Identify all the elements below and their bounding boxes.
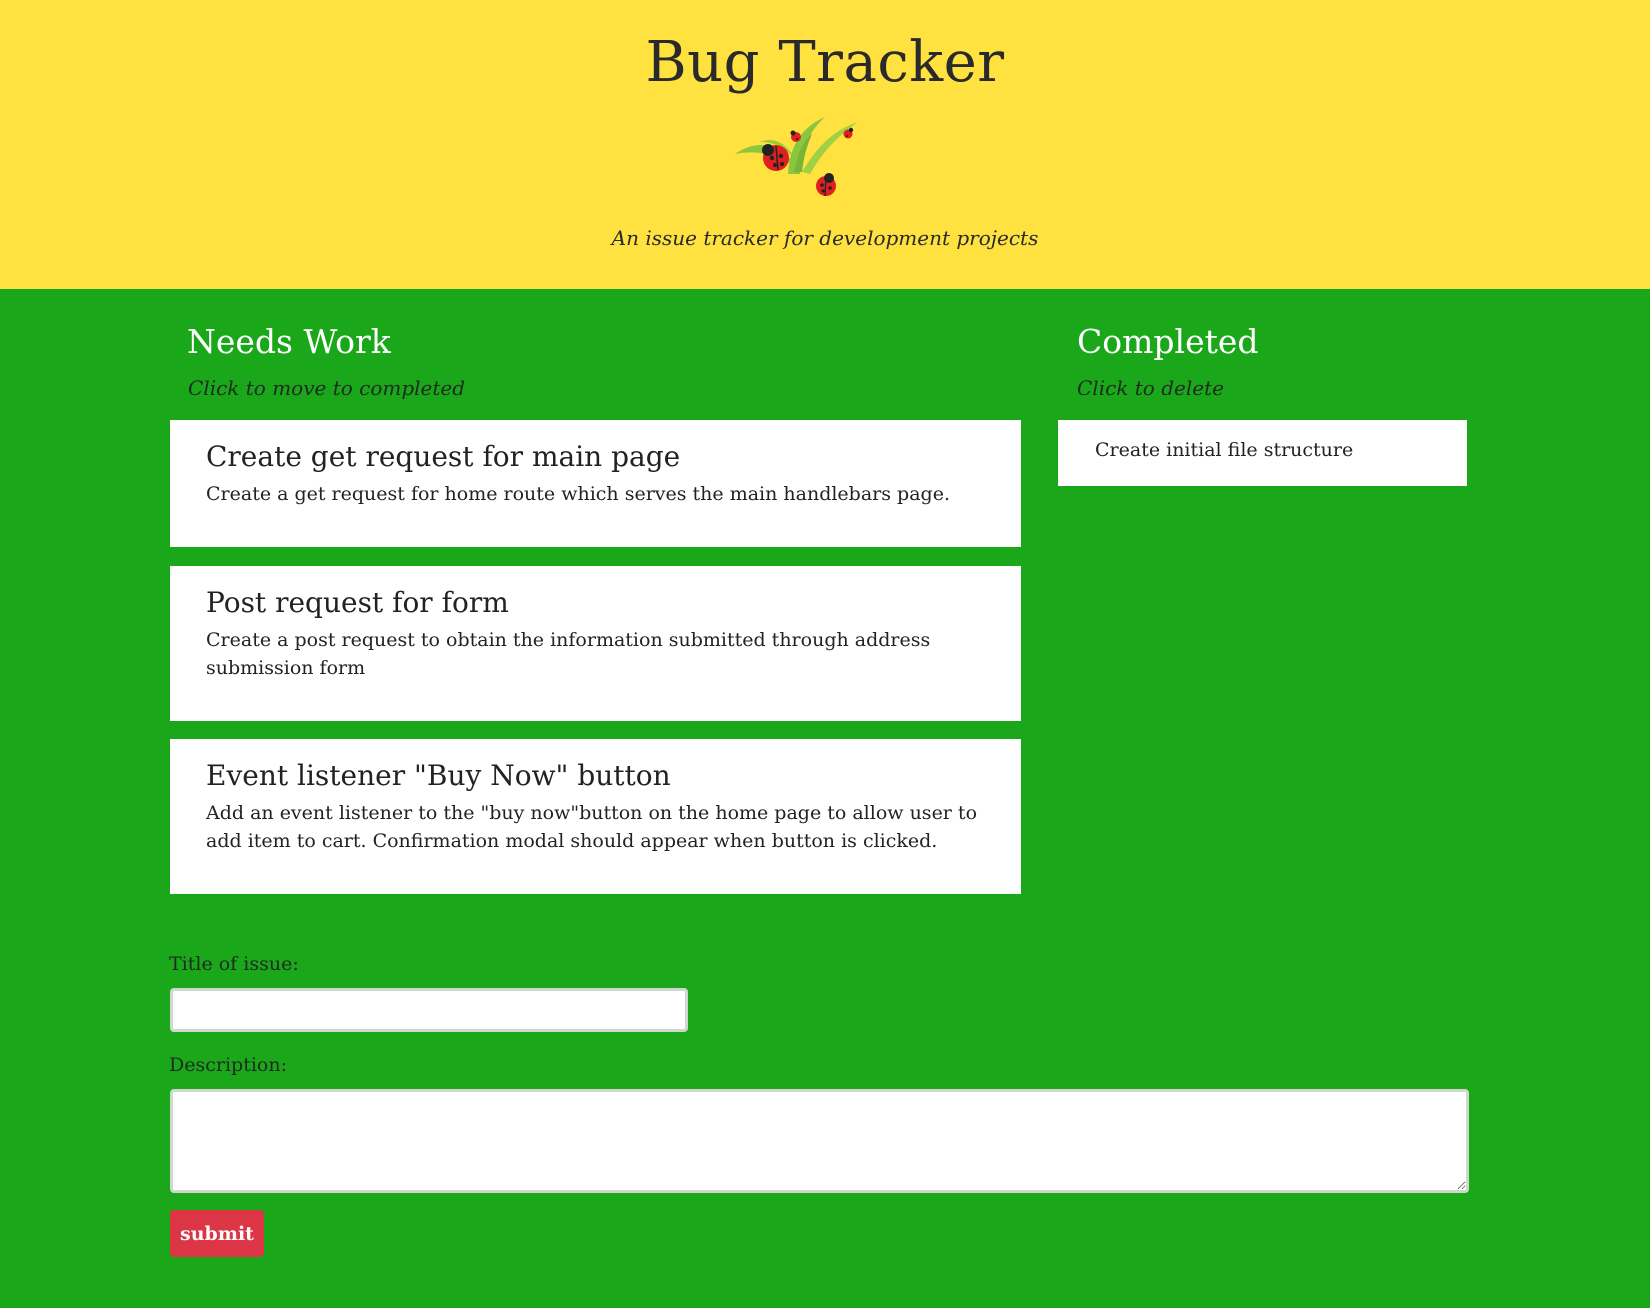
issue-title: Event listener "Buy Now" button <box>206 759 671 792</box>
issue-card[interactable]: Create get request for main page Create … <box>170 420 1021 547</box>
issue-card[interactable]: Event listener "Buy Now" button Add an e… <box>170 739 1021 894</box>
title-input[interactable] <box>170 988 688 1032</box>
needs-work-heading: Needs Work <box>187 322 391 361</box>
completed-card[interactable]: Create initial file structure <box>1058 420 1467 486</box>
completed-title: Create initial file structure <box>1095 439 1354 461</box>
issue-title: Create get request for main page <box>206 440 681 473</box>
issue-title: Post request for form <box>206 586 509 619</box>
needs-work-hint: Click to move to completed <box>188 376 466 400</box>
submit-button[interactable]: submit <box>170 1210 264 1257</box>
page-title: Bug Tracker <box>645 30 1005 95</box>
issue-description: Create a post request to obtain the info… <box>206 628 931 679</box>
completed-heading: Completed <box>1077 322 1259 361</box>
issue-description: Create a get request for home route whic… <box>206 482 950 505</box>
issue-card[interactable]: Post request for form Create a post requ… <box>170 566 1021 721</box>
completed-hint: Click to delete <box>1077 376 1224 400</box>
tagline: An issue tracker for development project… <box>611 226 1039 250</box>
description-input[interactable] <box>170 1089 1469 1193</box>
header: Bug Tracker An issue tracker for develop… <box>0 0 1650 289</box>
description-label: Description: <box>169 1054 287 1076</box>
issue-description: Add an event listener to the "buy now"bu… <box>206 801 978 852</box>
title-label: Title of issue: <box>169 953 299 975</box>
ladybugs-on-grass-icon <box>735 117 858 197</box>
